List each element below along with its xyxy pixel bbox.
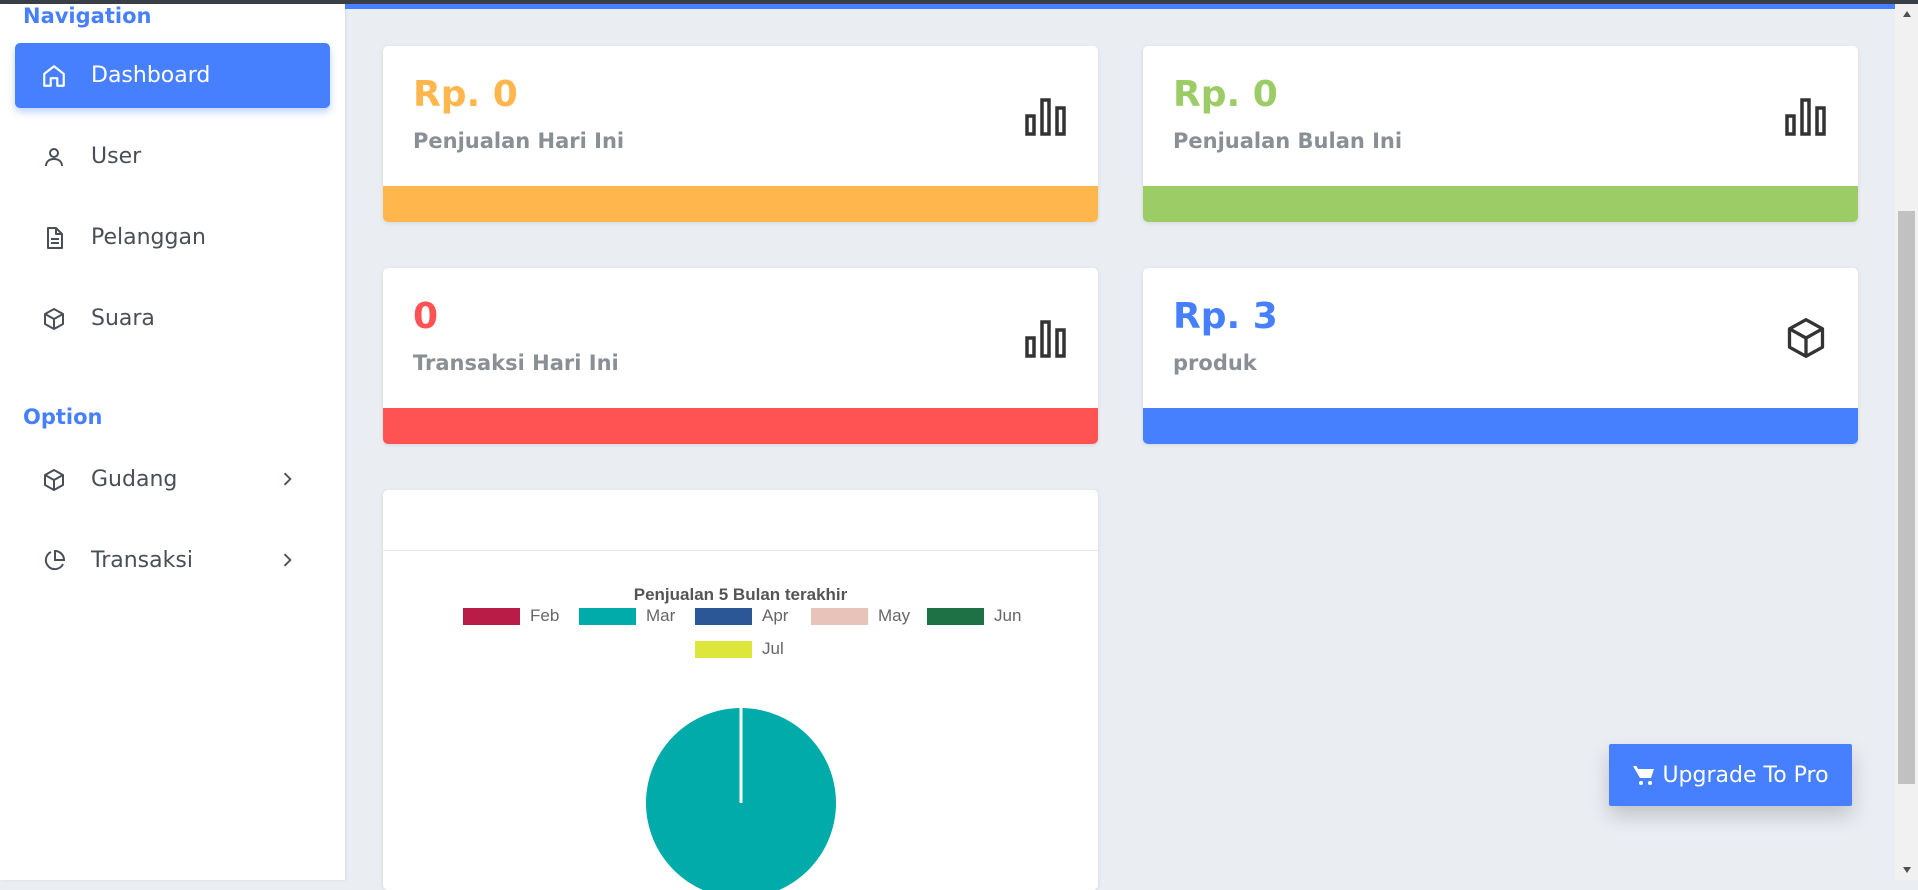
home-icon xyxy=(40,62,68,90)
sidebar: Navigation Dashboard User Pelanggan Suar… xyxy=(0,4,345,880)
scroll-down-arrow-icon[interactable] xyxy=(1895,860,1918,880)
sidebar-item-label: Gudang xyxy=(91,467,178,492)
sidebar-item-suara[interactable]: Suara xyxy=(15,286,330,351)
option-section-title: Option xyxy=(23,405,103,429)
pie-chart-icon xyxy=(40,547,68,575)
bar-chart-icon xyxy=(1024,94,1068,138)
box-icon xyxy=(1784,316,1828,360)
sidebar-item-gudang[interactable]: Gudang xyxy=(15,447,330,512)
sidebar-item-user[interactable]: User xyxy=(15,124,330,189)
box-icon xyxy=(40,305,68,333)
stat-card-transaksi-hari-ini: 0 Transaksi Hari Ini xyxy=(383,268,1098,444)
stat-color-bar xyxy=(1143,408,1858,444)
sidebar-item-label: Suara xyxy=(91,306,155,331)
user-icon xyxy=(40,143,68,171)
sidebar-item-transaksi[interactable]: Transaksi xyxy=(15,528,330,593)
main-top-bar xyxy=(345,4,1895,9)
bar-chart-icon xyxy=(1024,316,1068,360)
stat-color-bar xyxy=(383,186,1098,222)
vertical-scrollbar[interactable] xyxy=(1895,4,1918,880)
cart-icon xyxy=(1632,763,1656,787)
stat-label: Penjualan Hari Ini xyxy=(413,129,625,153)
upgrade-button-label: Upgrade To Pro xyxy=(1662,762,1829,788)
stat-label: Penjualan Bulan Ini xyxy=(1173,129,1403,153)
sidebar-item-label: User xyxy=(91,144,142,169)
chevron-right-icon xyxy=(277,469,297,489)
bar-chart-icon xyxy=(1784,94,1828,138)
stat-label: produk xyxy=(1173,351,1257,375)
sidebar-item-label: Transaksi xyxy=(91,548,193,573)
pie-chart xyxy=(646,708,836,890)
stat-value: Rp. 3 xyxy=(1173,296,1278,337)
stat-card-produk: Rp. 3 produk xyxy=(1143,268,1858,444)
stat-value: Rp. 0 xyxy=(1173,74,1278,115)
upgrade-to-pro-button[interactable]: Upgrade To Pro xyxy=(1609,744,1852,806)
sidebar-item-label: Dashboard xyxy=(91,63,211,88)
stat-label: Transaksi Hari Ini xyxy=(413,351,619,375)
box-icon xyxy=(40,466,68,494)
stat-value: Rp. 0 xyxy=(413,74,518,115)
chevron-right-icon xyxy=(277,550,297,570)
scrollbar-thumb[interactable] xyxy=(1898,211,1915,784)
stat-color-bar xyxy=(383,408,1098,444)
sidebar-item-label: Pelanggan xyxy=(91,225,206,250)
scroll-up-arrow-icon[interactable] xyxy=(1895,4,1918,24)
stat-card-penjualan-hari-ini: Rp. 0 Penjualan Hari Ini xyxy=(383,46,1098,222)
stat-color-bar xyxy=(1143,186,1858,222)
sales-chart-card: Penjualan 5 Bulan terakhir Feb Mar Apr May J… xyxy=(383,490,1098,890)
navigation-section-title: Navigation xyxy=(23,4,152,28)
sidebar-item-pelanggan[interactable]: Pelanggan xyxy=(15,205,330,270)
file-text-icon xyxy=(40,224,68,252)
stat-card-penjualan-bulan-ini: Rp. 0 Penjualan Bulan Ini xyxy=(1143,46,1858,222)
stat-value: 0 xyxy=(413,296,439,337)
sidebar-item-dashboard[interactable]: Dashboard xyxy=(15,43,330,108)
